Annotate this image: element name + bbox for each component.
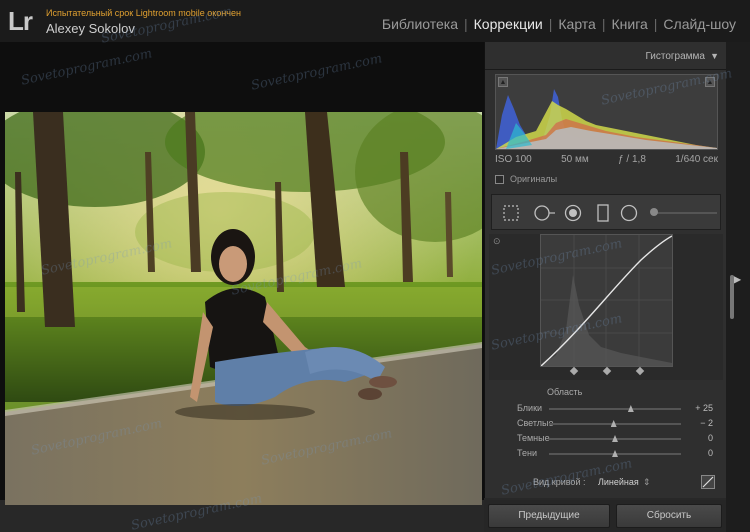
region-split-thumb[interactable] [635,366,645,376]
originals-label: Оригиналы [510,174,558,184]
photo-preview[interactable] [5,112,482,505]
crop-overlay-icon[interactable] [502,204,520,222]
panel-scrollbar[interactable] [730,275,734,319]
reset-button[interactable]: Сбросить [616,504,722,528]
target-adjustment-icon[interactable]: ⊙ [493,236,501,247]
graduated-filter-icon[interactable] [594,204,612,222]
module-book[interactable]: Книга [605,16,653,32]
red-eye-icon[interactable] [564,204,582,222]
trial-notice[interactable]: Испытательный срок Lightroom mobile окон… [46,8,241,18]
darks-slider[interactable]: Темные 0 [485,432,727,446]
tone-curve-graph[interactable] [540,234,673,367]
histogram-title: Гистограмма [645,51,705,62]
lr-logo: Lr [8,6,33,36]
module-picker: Библиотека | Коррекции | Карта | Книга |… [376,16,742,32]
adjustment-brush-icon[interactable] [650,208,658,216]
originals-checkbox[interactable] [495,174,504,184]
histogram-header[interactable]: Гистограмма ▼ [485,42,727,70]
spot-removal-icon[interactable] [532,204,556,222]
point-curve-edit-icon[interactable] [701,475,715,489]
previous-button[interactable]: Предыдущие [488,504,610,528]
focal-length: 50 мм [561,154,589,165]
triangle-down-icon[interactable]: ▼ [710,51,719,61]
module-library[interactable]: Библиотека [376,16,464,32]
shutter-speed: 1/640 сек [675,154,718,165]
slider-label: Темные [517,433,550,443]
module-slideshow[interactable]: Слайд-шоу [657,16,742,32]
select-arrows-icon[interactable]: ⇕ [643,477,651,488]
module-map[interactable]: Карта [552,16,601,32]
module-develop[interactable]: Коррекции [468,16,549,32]
originals-toggle[interactable]: Оригиналы [495,174,557,184]
top-bar: Lr Испытательный срок Lightroom mobile о… [0,0,750,42]
curve-type-row: Вид кривой : Линейная ⇕ [485,474,727,490]
slider-label: Блики [517,403,543,413]
slider-value: 0 [707,448,713,458]
curve-pencil-icon [702,476,714,488]
tone-curve-line [540,235,673,367]
adjustment-brush-track[interactable] [652,212,717,214]
slider-track[interactable] [549,408,681,410]
photo-image [5,112,482,505]
develop-panel: Гистограмма ▼ ▲ ▲ ISO 100 50 мм ƒ / 1,8 … [484,42,727,498]
bottom-bar: Предыдущие Сбросить [484,500,726,532]
curve-type-select[interactable]: Линейная [598,477,639,487]
iso-value: ISO 100 [495,154,532,165]
region-split-thumb[interactable] [569,366,579,376]
region-label: Область [547,387,583,397]
lightroom-window: Lr Испытательный срок Lightroom mobile о… [0,0,750,532]
slider-value: − 2 [700,418,713,428]
histogram[interactable]: ▲ ▲ [495,74,718,150]
photo-workspace[interactable] [0,42,484,505]
shadows-slider[interactable]: Тени 0 [485,447,727,461]
highlights-slider[interactable]: Блики + 25 [485,402,727,416]
slider-value: + 25 [695,403,713,413]
user-name[interactable]: Alexey Sokolov [46,21,135,36]
lights-slider[interactable]: Светлые − 2 [485,417,727,431]
exif-info: ISO 100 50 мм ƒ / 1,8 1/640 сек [495,154,718,165]
tool-strip [491,194,721,230]
slider-label: Тени [517,448,537,458]
radial-filter-icon[interactable] [620,204,638,222]
tone-curve-panel: ⊙ [489,234,723,380]
curve-type-label: Вид кривой : [533,477,586,487]
histogram-graph [496,89,717,149]
region-split-thumb[interactable] [602,366,612,376]
aperture-value: ƒ / 1,8 [618,154,646,165]
slider-value: 0 [707,433,713,443]
